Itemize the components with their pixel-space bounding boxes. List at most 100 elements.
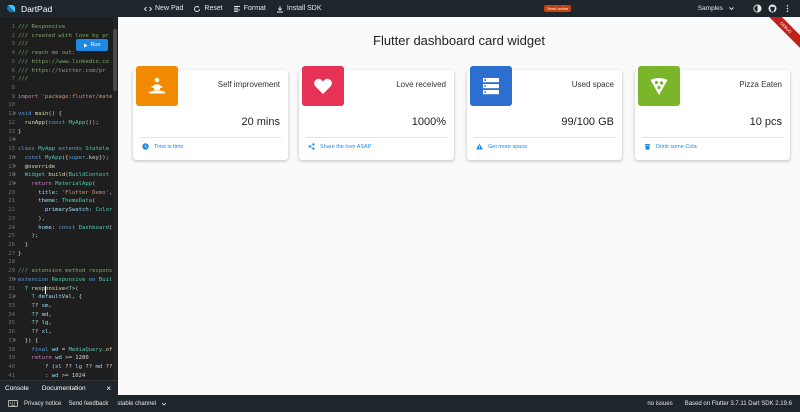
line-number: 23 [8, 215, 15, 222]
card-divider [474, 137, 615, 138]
toolbar-actions: New Pad Reset Format Install SDK [144, 5, 332, 13]
channel-dropdown[interactable]: stable channel [117, 401, 167, 407]
keyboard-icon[interactable] [8, 400, 18, 407]
line-number: 2 [11, 32, 15, 39]
chevron-down-icon [161, 402, 167, 406]
new-pad-button[interactable]: New Pad [144, 5, 183, 13]
line-number: 4 [11, 50, 15, 57]
card-footer[interactable]: Drink some Cola [644, 143, 697, 150]
channel-label: stable channel [117, 400, 157, 407]
fold-chevron-icon[interactable]: ▾ [13, 110, 16, 119]
code-editor[interactable]: 1 2 3 4 5 6 7 8 9 10 11 ▾ 12 13 14 ▾ 15 16 ▾ 17 ▾ 18 ▾ 19 ▾ 20 21 2… [0, 17, 118, 380]
run-button[interactable]: Run [76, 39, 108, 51]
card-value: 1000% [411, 116, 446, 128]
samples-label: Samples [697, 5, 723, 12]
code-icon [144, 6, 152, 11]
fold-chevron-icon[interactable]: ▾ [13, 163, 16, 172]
line-number: 22 [8, 207, 15, 214]
card-label: Self improvement [217, 80, 280, 89]
fold-chevron-icon[interactable]: ▾ [13, 293, 16, 302]
fold-chevron-icon[interactable]: ▾ [13, 154, 16, 163]
format-button[interactable]: Format [233, 5, 266, 13]
line-number: 25 [8, 233, 15, 240]
line-number: 11 ▾ [8, 110, 17, 119]
card-label: Love received [396, 80, 446, 89]
issues-count[interactable]: no issues [647, 401, 672, 407]
theme-toggle-icon[interactable] [753, 4, 762, 13]
code-content[interactable]: /// Responsive/// created with love by p… [18, 23, 112, 380]
dartpad-window: DartPad New Pad Reset Format Install SDK… [0, 0, 800, 412]
line-number: 36 [8, 329, 15, 336]
card-footer[interactable]: Get more space [476, 143, 527, 150]
card-footer-text: Share the love ASAP [320, 143, 372, 150]
privacy-notice-link[interactable]: Privacy notice [24, 401, 61, 407]
card-footer[interactable]: Time is time [142, 143, 183, 150]
top-bar: DartPad New Pad Reset Format Install SDK… [0, 0, 800, 17]
line-number: 21 [8, 198, 15, 205]
download-icon [276, 5, 283, 12]
card-value: 99/100 GB [561, 116, 614, 128]
line-number: 37 ▾ [8, 337, 17, 346]
clock-icon [142, 143, 149, 150]
line-number: 30 ▾ [8, 276, 17, 285]
dashboard-card-used-space: Used space 99/100 GB Get more space [467, 66, 622, 160]
line-number: 32 ▾ [8, 293, 17, 302]
card-divider [306, 137, 447, 138]
storage-icon [483, 78, 499, 95]
warning-icon [476, 143, 483, 150]
line-number: 13 [8, 128, 15, 135]
app-name: DartPad [21, 3, 53, 14]
reset-button[interactable]: Reset [193, 5, 223, 13]
feedback-pill[interactable]: Send online [544, 5, 572, 12]
fold-chevron-icon[interactable]: ▾ [13, 171, 16, 180]
card-icon-box [302, 66, 344, 106]
line-number: 20 [8, 189, 15, 196]
brand: DartPad [0, 4, 140, 14]
install-sdk-button[interactable]: Install SDK [276, 5, 322, 13]
meditation-icon [149, 77, 165, 94]
card-divider [642, 137, 783, 138]
fold-chevron-icon[interactable]: ▾ [13, 136, 16, 145]
fold-chevron-icon[interactable]: ▾ [13, 180, 16, 189]
line-number: 29 [8, 268, 15, 275]
run-label: Run [90, 41, 101, 48]
fold-chevron-icon[interactable]: ▾ [13, 337, 16, 346]
line-number: 24 [8, 224, 15, 231]
text-cursor [45, 286, 46, 294]
line-number: 3 [11, 41, 15, 48]
card-value: 20 mins [241, 116, 280, 128]
line-number: 31 [8, 285, 15, 292]
dashboard-card-pizza-eaten: Pizza Eaten 10 pcs Drink some Cola [635, 66, 790, 160]
line-number: 40 [8, 364, 15, 371]
line-number: 7 [11, 76, 15, 83]
dashboard-card-love-received: Love received 1000% Share the love ASAP [299, 66, 454, 160]
github-icon[interactable] [768, 4, 777, 13]
reset-icon [194, 5, 201, 12]
card-footer[interactable]: Share the love ASAP [308, 143, 371, 150]
editor-scroll-thumb[interactable] [113, 29, 117, 91]
install-sdk-label: Install SDK [286, 5, 322, 12]
documentation-tab[interactable]: Documentation [42, 385, 86, 392]
editor-scrollbar[interactable] [113, 17, 117, 380]
format-label: Format [243, 5, 266, 12]
more-vert-icon[interactable] [783, 4, 792, 13]
console-tab[interactable]: Console [5, 385, 29, 392]
line-number: 34 [8, 311, 15, 318]
line-number: 14 ▾ [8, 136, 17, 145]
card-footer-text: Drink some Cola [656, 143, 697, 150]
output-panel: DEBUG Flutter dashboard card widget Self… [118, 17, 800, 395]
reset-label: Reset [204, 5, 223, 12]
share-icon [308, 143, 315, 150]
status-bar: Privacy notice Send feedback stable chan… [0, 395, 800, 412]
status-right: no issues Based on Flutter 3.7.11 Dart S… [647, 401, 792, 407]
line-number: 33 [8, 303, 15, 309]
line-number: 38 [8, 346, 15, 353]
line-number: 19 ▾ [8, 180, 17, 189]
samples-dropdown[interactable]: Samples [698, 5, 735, 12]
close-icon[interactable]: × [106, 384, 111, 393]
play-icon [84, 43, 88, 47]
send-feedback-link[interactable]: Send feedback [68, 401, 108, 407]
fold-chevron-icon[interactable]: ▾ [13, 276, 16, 285]
line-number: 28 [8, 259, 15, 266]
line-number: 39 [8, 355, 15, 362]
